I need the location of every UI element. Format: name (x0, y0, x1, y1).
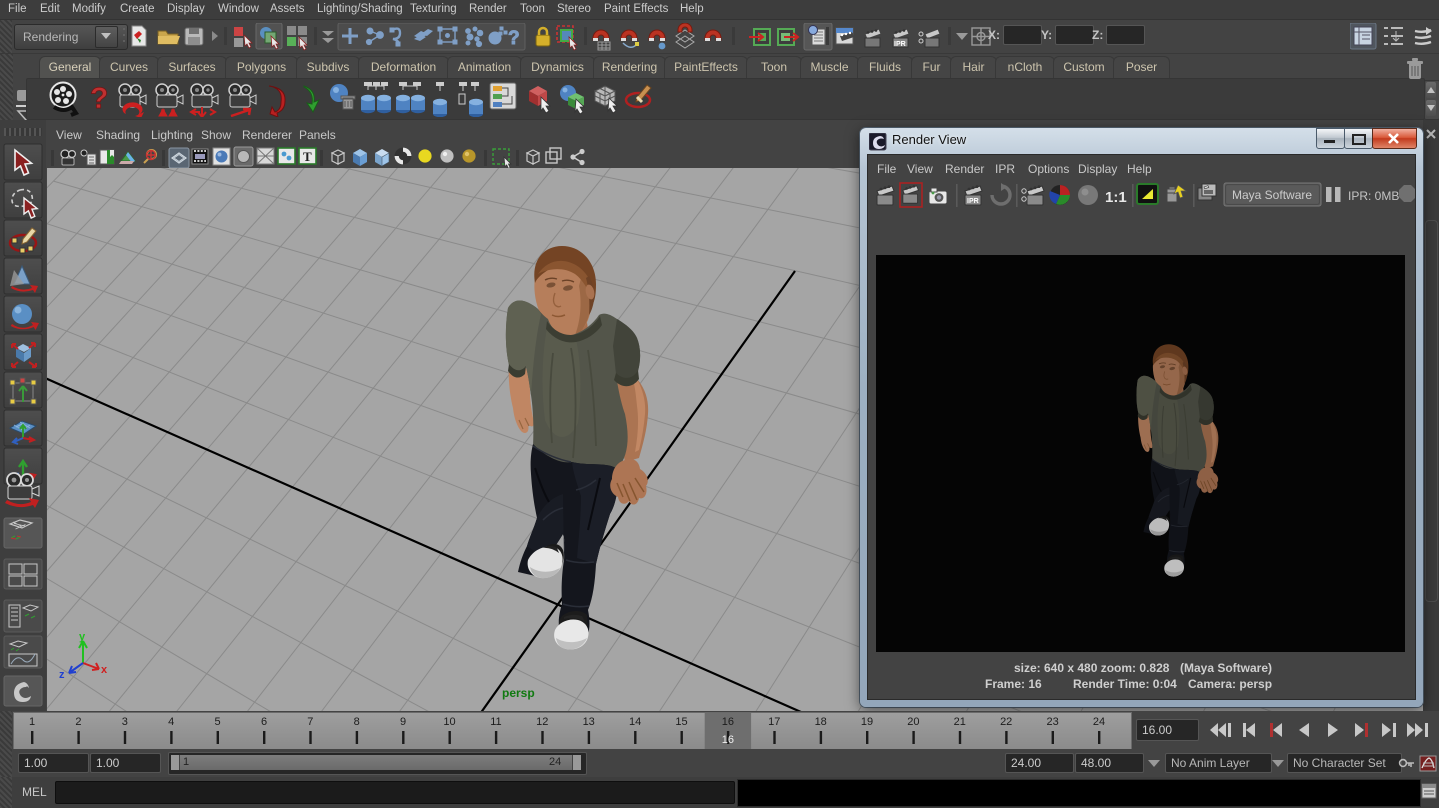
svg-text:16: 16 (722, 734, 734, 746)
svg-text:15: 15 (675, 716, 687, 728)
svg-text:IPR: 0MB: IPR: 0MB (1348, 189, 1399, 203)
svg-text:4: 4 (168, 716, 174, 728)
svg-text:y: y (79, 633, 86, 643)
svg-text:2: 2 (75, 716, 81, 728)
svg-text:20: 20 (907, 716, 919, 728)
svg-text:IPR: IPR (894, 41, 906, 48)
svg-text:21: 21 (954, 716, 966, 728)
svg-text:?: ? (90, 82, 108, 115)
svg-text:24: 24 (1093, 716, 1105, 728)
svg-text:1: 1 (29, 716, 35, 728)
svg-text:23: 23 (1046, 716, 1058, 728)
svg-text:1:1: 1:1 (1105, 189, 1127, 206)
svg-text:11: 11 (490, 716, 501, 728)
svg-text:9: 9 (400, 716, 406, 728)
svg-text:13: 13 (583, 716, 595, 728)
svg-text:3: 3 (122, 716, 128, 728)
svg-text:22: 22 (1000, 716, 1012, 728)
svg-text:18: 18 (815, 716, 827, 728)
svg-text:IPR: IPR (967, 198, 979, 205)
svg-text:x: x (101, 664, 107, 676)
svg-text:12: 12 (536, 716, 548, 728)
svg-text:z: z (59, 669, 65, 681)
svg-text:17: 17 (768, 716, 780, 728)
svg-text:Maya Software: Maya Software (1232, 188, 1312, 202)
svg-text:8: 8 (354, 716, 360, 728)
svg-text:5: 5 (215, 716, 221, 728)
svg-text:T: T (303, 149, 312, 164)
svg-text:7: 7 (307, 716, 313, 728)
svg-text:14: 14 (629, 716, 641, 728)
svg-text:?: ? (508, 28, 520, 49)
svg-text:16: 16 (722, 716, 734, 728)
svg-text:10: 10 (443, 716, 455, 728)
svg-text:6: 6 (261, 716, 267, 728)
svg-text:19: 19 (861, 716, 873, 728)
